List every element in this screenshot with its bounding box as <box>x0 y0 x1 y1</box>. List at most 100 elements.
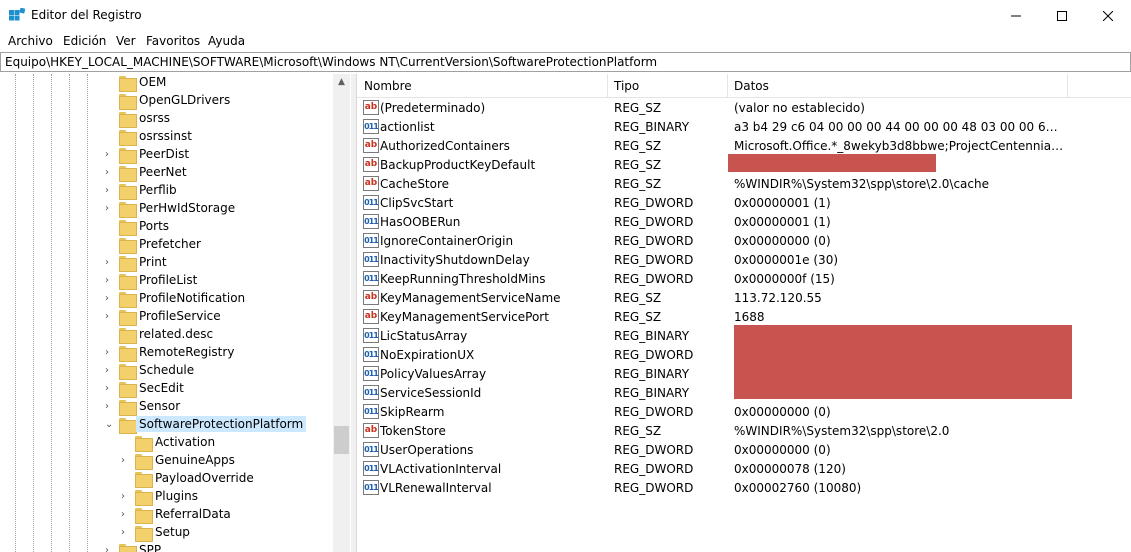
tree-item[interactable]: OpenGLDrivers <box>0 92 333 110</box>
tree-item[interactable]: › ProfileList <box>0 272 333 290</box>
value-type: REG_DWORD <box>614 234 694 248</box>
folder-icon <box>119 202 137 218</box>
chevron-right-icon[interactable]: › <box>105 272 114 290</box>
value-row[interactable]: ab AuthorizedContainers REG_SZ Microsoft.Of… <box>357 136 1131 155</box>
minimize-button[interactable] <box>993 0 1039 31</box>
chevron-right-icon[interactable]: › <box>105 146 114 164</box>
value-name: TokenStore <box>380 424 446 438</box>
tree-item[interactable]: › PeerDist <box>0 146 333 164</box>
chevron-right-icon[interactable]: › <box>121 524 130 542</box>
menu-ver[interactable]: Ver <box>116 34 136 48</box>
tree-item[interactable]: › Plugins <box>0 488 333 506</box>
tree-item[interactable]: › ProfileService <box>0 308 333 326</box>
value-row[interactable]: ab CacheStore REG_SZ %WINDIR%\System32\spp\… <box>357 174 1131 193</box>
value-row[interactable]: 011 IgnoreContainerOrigin REG_DWORD 0x00000… <box>357 231 1131 250</box>
value-row[interactable]: 011 KeepRunningThresholdMins REG_DWORD 0x00… <box>357 269 1131 288</box>
column-data-header[interactable]: Datos <box>734 79 769 93</box>
tree-item[interactable]: OEM <box>0 74 333 92</box>
column-divider[interactable] <box>727 74 728 98</box>
scroll-thumb[interactable] <box>334 426 349 454</box>
chevron-right-icon[interactable]: › <box>105 290 114 308</box>
maximize-button[interactable] <box>1039 0 1085 31</box>
tree-item-label: OEM <box>139 75 167 89</box>
tree-item[interactable]: Activation <box>0 434 333 452</box>
value-row[interactable]: ab TokenStore REG_SZ %WINDIR%\System32\spp\… <box>357 421 1131 440</box>
chevron-right-icon[interactable]: › <box>105 398 114 416</box>
tree-item[interactable]: related.desc <box>0 326 333 344</box>
tree-item[interactable]: › Print <box>0 254 333 272</box>
chevron-right-icon[interactable]: › <box>105 164 114 182</box>
chevron-right-icon[interactable]: › <box>105 542 114 552</box>
tree-item[interactable]: Ports <box>0 218 333 236</box>
folder-icon <box>119 94 137 110</box>
value-row[interactable]: 011 VLActivationInterval REG_DWORD 0x000000… <box>357 459 1131 478</box>
tree-item[interactable]: › PerHwIdStorage <box>0 200 333 218</box>
value-row[interactable]: 011 ClipSvcStart REG_DWORD 0x00000001 (1) <box>357 193 1131 212</box>
value-row[interactable]: 011 UserOperations REG_DWORD 0x00000000 (0) <box>357 440 1131 459</box>
tree-item[interactable]: › Setup <box>0 524 333 542</box>
chevron-down-icon[interactable]: ⌄ <box>105 416 114 434</box>
column-divider[interactable] <box>607 74 608 98</box>
tree-item[interactable]: › Perflib <box>0 182 333 200</box>
column-name-header[interactable]: Nombre <box>364 79 412 93</box>
value-row[interactable]: 011 InactivityShutdownDelay REG_DWORD 0x000… <box>357 250 1131 269</box>
value-row[interactable]: 011 actionlist REG_BINARY a3 b4 29 c6 04 00… <box>357 117 1131 136</box>
tree-item[interactable]: › Sensor <box>0 398 333 416</box>
registry-editor-icon <box>9 8 25 21</box>
close-button[interactable] <box>1085 0 1131 31</box>
tree-item[interactable]: › ProfileNotification <box>0 290 333 308</box>
value-type: REG_SZ <box>614 139 662 153</box>
tree-item-label: ProfileService <box>139 309 221 323</box>
chevron-right-icon[interactable]: › <box>105 344 114 362</box>
value-row[interactable]: 011 HasOOBERun REG_DWORD 0x00000001 (1) <box>357 212 1131 231</box>
tree-item-label: related.desc <box>139 327 214 341</box>
column-type-header[interactable]: Tipo <box>614 79 639 93</box>
title-bar: Editor del Registro <box>0 0 1131 31</box>
tree-item[interactable]: › Schedule <box>0 362 333 380</box>
menu-favoritos[interactable]: Favoritos <box>146 34 200 48</box>
column-divider[interactable] <box>1067 74 1068 98</box>
tree-item[interactable]: osrss <box>0 110 333 128</box>
folder-icon <box>119 310 137 326</box>
chevron-right-icon[interactable]: › <box>105 308 114 326</box>
string-value-icon: ab <box>363 176 379 191</box>
menu-archivo[interactable]: Archivo <box>8 34 53 48</box>
scroll-up-icon[interactable]: ▲ <box>333 74 350 91</box>
value-name: KeepRunningThresholdMins <box>380 272 546 286</box>
value-row[interactable]: 011 VLRenewalInterval REG_DWORD 0x00002760 … <box>357 478 1131 497</box>
value-row[interactable]: ab KeyManagementServiceName REG_SZ 113.72.1… <box>357 288 1131 307</box>
tree-item[interactable]: › PeerNet <box>0 164 333 182</box>
tree-item-label: Prefetcher <box>139 237 201 251</box>
tree-item-label: GenuineApps <box>155 453 235 467</box>
tree-item[interactable]: › SecEdit <box>0 380 333 398</box>
tree-item[interactable]: Prefetcher <box>0 236 333 254</box>
tree-item[interactable]: › ReferralData <box>0 506 333 524</box>
chevron-right-icon[interactable]: › <box>105 254 114 272</box>
chevron-right-icon[interactable]: › <box>105 380 114 398</box>
value-row[interactable]: 011 SkipRearm REG_DWORD 0x00000000 (0) <box>357 402 1131 421</box>
tree-item[interactable]: osrssinst <box>0 128 333 146</box>
menu-edicion[interactable]: Edición <box>63 34 106 48</box>
tree-item[interactable]: PayloadOverride <box>0 470 333 488</box>
menu-ayuda[interactable]: Ayuda <box>208 34 245 48</box>
binary-value-icon: 011 <box>363 404 379 419</box>
tree-pane[interactable]: OEM OpenGLDrivers osrss osrssinst › PeerDist ›… <box>0 74 351 552</box>
chevron-right-icon[interactable]: › <box>105 200 114 218</box>
folder-icon <box>135 454 153 470</box>
tree-item[interactable]: › GenuineApps <box>0 452 333 470</box>
address-bar[interactable]: Equipo\HKEY_LOCAL_MACHINE\SOFTWARE\Micro… <box>0 52 1131 72</box>
chevron-right-icon[interactable]: › <box>121 488 130 506</box>
value-row[interactable]: ab (Predeterminado) REG_SZ (valor no establ… <box>357 98 1131 117</box>
value-type: REG_DWORD <box>614 462 694 476</box>
tree-item[interactable]: › RemoteRegistry <box>0 344 333 362</box>
chevron-right-icon[interactable]: › <box>105 362 114 380</box>
tree-item[interactable]: ⌄ SoftwareProtectionPlatform <box>0 416 333 434</box>
tree-scrollbar[interactable]: ▲ <box>333 74 350 552</box>
value-row[interactable]: ab KeyManagementServicePort REG_SZ 1688 <box>357 307 1131 326</box>
chevron-right-icon[interactable]: › <box>121 506 130 524</box>
chevron-right-icon[interactable]: › <box>105 182 114 200</box>
tree-item[interactable]: › SPP <box>0 542 333 552</box>
values-pane[interactable]: Nombre Tipo Datos ab (Predeterminado) REG_… <box>356 74 1131 552</box>
value-name: (Predeterminado) <box>380 101 486 115</box>
chevron-right-icon[interactable]: › <box>121 452 130 470</box>
